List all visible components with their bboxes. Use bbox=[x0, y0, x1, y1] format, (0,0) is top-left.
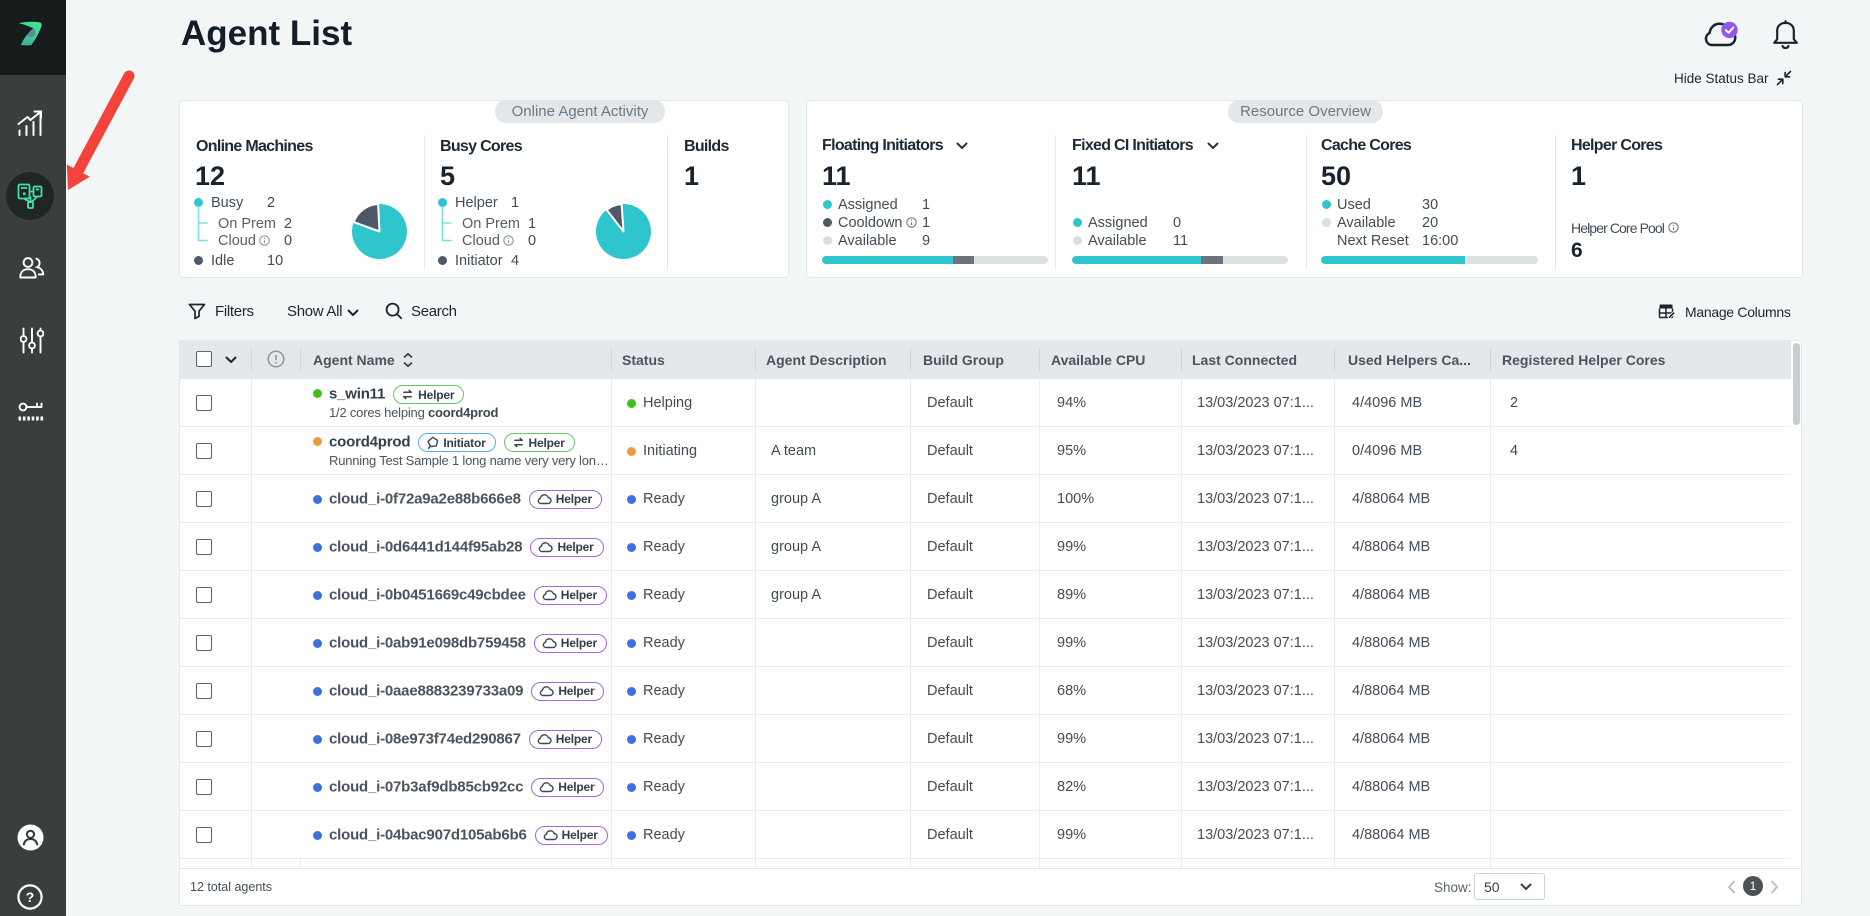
svg-text:?: ? bbox=[26, 889, 35, 905]
